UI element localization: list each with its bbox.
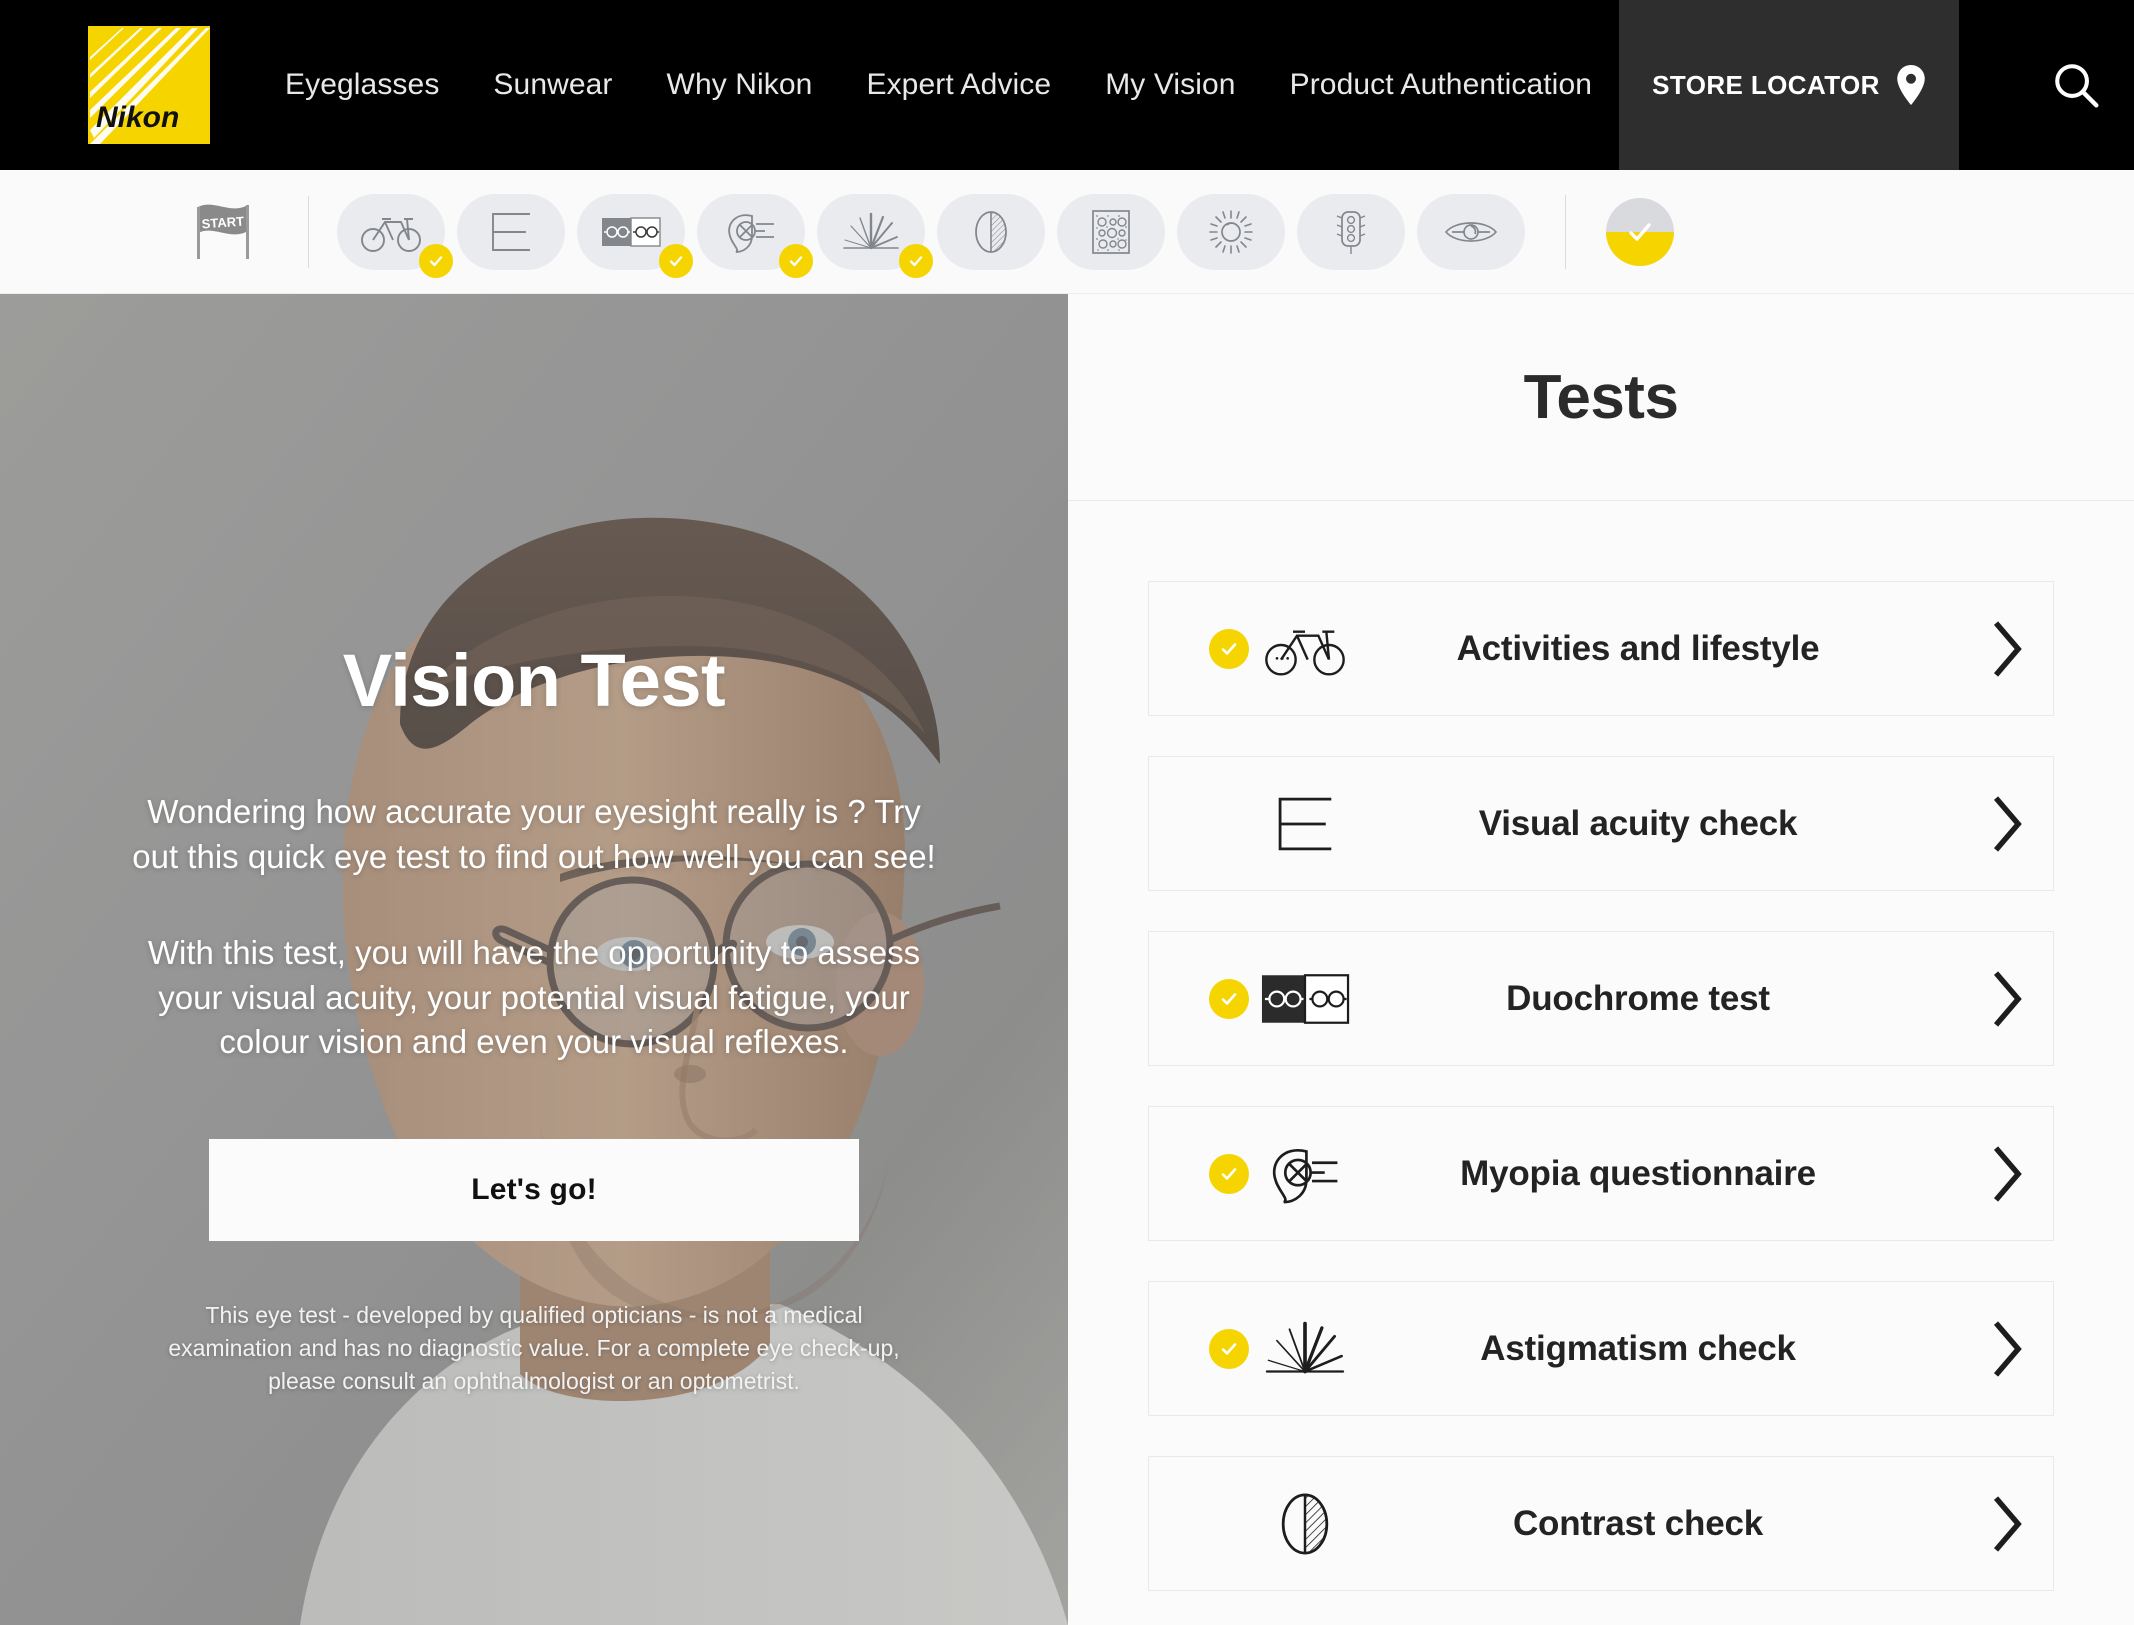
eye-reflex-icon	[1444, 221, 1498, 242]
traffic-light-icon	[1336, 210, 1366, 254]
bicycle-icon	[1257, 606, 1353, 692]
tests-heading: Tests	[1068, 294, 2134, 501]
completed-badge	[1209, 628, 1249, 669]
step-completed-badge	[779, 243, 813, 278]
step-myopia-questionnaire[interactable]	[697, 193, 813, 278]
step-contrast-check[interactable]	[937, 193, 1045, 270]
hero-paragraph-1: Wondering how accurate your eyesight rea…	[132, 793, 936, 875]
completed-badge	[1209, 1153, 1249, 1194]
stepbar-divider-left	[308, 195, 309, 268]
test-row-visual-acuity-check[interactable]: Visual acuity check	[1148, 756, 2054, 891]
page-title: Vision Test	[342, 639, 726, 722]
step-visual-reflex-check[interactable]	[1417, 193, 1525, 270]
chevron-right-icon	[1963, 620, 2053, 678]
nav-link-why-nikon[interactable]: Why Nikon	[640, 68, 840, 102]
svg-text:Nikon: Nikon	[96, 101, 179, 134]
map-pin-icon	[1897, 65, 1925, 105]
chevron-right-icon	[1963, 795, 2053, 853]
hero-section: Vision Test Wondering how accurate your …	[0, 294, 1068, 1625]
search-icon	[2055, 64, 2099, 108]
step-icon-list	[337, 193, 1525, 278]
nikon-wordmark: Nikon	[96, 101, 179, 134]
contrast-ellipse-icon	[1257, 1481, 1353, 1567]
step-completed-badge	[419, 243, 453, 278]
start-flag-icon: START	[182, 197, 260, 267]
tests-panel: Tests Activities and lifestyle Visual ac…	[1068, 294, 2134, 1625]
step-colour-vision-check[interactable]	[1057, 193, 1165, 270]
completed-badge	[1209, 1328, 1249, 1369]
primary-nav-links: Eyeglasses Sunwear Why Nikon Expert Advi…	[258, 0, 1619, 170]
bicycle-icon	[361, 217, 421, 252]
overall-progress-indicator[interactable]	[1606, 197, 1674, 266]
test-label: Astigmatism check	[1480, 1328, 1796, 1368]
store-locator-button[interactable]: STORE LOCATOR	[1619, 0, 1960, 170]
step-completed-badge	[899, 243, 933, 278]
step-visual-acuity-check[interactable]	[457, 193, 565, 270]
check-icon	[1629, 222, 1651, 241]
test-label: Activities and lifestyle	[1456, 628, 1820, 668]
step-duochrome-test[interactable]	[577, 193, 693, 278]
step-glare-sensitivity-check[interactable]	[1177, 193, 1285, 270]
hero-paragraph-2: With this test, you will have the opport…	[147, 934, 921, 1061]
stepbar-divider-right	[1565, 194, 1566, 269]
astigmatism-fan-icon	[843, 212, 899, 249]
sun-glare-icon	[1209, 209, 1253, 254]
test-row-contrast-check[interactable]: Contrast check	[1148, 1456, 2054, 1591]
contrast-ellipse-icon	[975, 210, 1007, 253]
test-label: Visual acuity check	[1478, 803, 1798, 843]
nav-link-my-vision[interactable]: My Vision	[1078, 68, 1262, 102]
acuity-chart-icon	[1257, 781, 1353, 867]
nav-link-eyeglasses[interactable]: Eyeglasses	[258, 68, 466, 102]
test-row-myopia-questionnaire[interactable]: Myopia questionnaire	[1148, 1106, 2054, 1241]
chevron-right-icon	[1963, 1145, 2053, 1203]
hero-content: Vision Test Wondering how accurate your …	[0, 294, 1068, 1625]
duochrome-glasses-icon	[602, 216, 661, 247]
step-astigmatism-check[interactable]	[817, 193, 933, 278]
duochrome-glasses-icon	[1257, 956, 1353, 1042]
nav-link-expert-advice[interactable]: Expert Advice	[839, 68, 1078, 102]
step-completed-badge	[659, 243, 693, 278]
chevron-right-icon	[1963, 1495, 2053, 1553]
top-navigation-bar: Nikon Eyeglasses Sunwear Why Nikon Exper…	[0, 0, 2134, 170]
tests-list: Activities and lifestyle Visual acuity c…	[1068, 501, 2134, 1591]
test-row-duochrome-test[interactable]: Duochrome test	[1148, 931, 2054, 1066]
nikon-logo[interactable]: Nikon	[88, 26, 210, 144]
test-row-astigmatism-check[interactable]: Astigmatism check	[1148, 1281, 2054, 1416]
hero-disclaimer: This eye test - developed by qualified o…	[168, 1301, 900, 1395]
astigmatism-fan-icon	[1257, 1306, 1353, 1392]
lets-go-button[interactable]: Let's go!	[209, 1138, 859, 1241]
step-reaction-time-check[interactable]	[1297, 193, 1405, 270]
chevron-right-icon	[1963, 1320, 2053, 1378]
svg-text:START: START	[201, 213, 244, 231]
myopia-eye-icon	[1257, 1131, 1353, 1217]
nav-link-product-authentication[interactable]: Product Authentication	[1263, 68, 1619, 102]
step-activities-and-lifestyle[interactable]	[337, 193, 453, 278]
myopia-eye-icon	[728, 213, 774, 253]
nav-link-sunwear[interactable]: Sunwear	[466, 68, 639, 102]
test-progress-bar: START	[0, 170, 2134, 294]
test-label: Myopia questionnaire	[1460, 1153, 1816, 1193]
test-row-activities-and-lifestyle[interactable]: Activities and lifestyle	[1148, 581, 2054, 716]
chevron-right-icon	[1963, 970, 2053, 1028]
test-label: Contrast check	[1512, 1503, 1764, 1543]
colour-vision-plate-icon	[1092, 209, 1130, 254]
completed-badge	[1209, 978, 1249, 1019]
search-button[interactable]	[1959, 0, 2134, 170]
store-locator-label: STORE LOCATOR	[1652, 69, 1880, 100]
test-label: Duochrome test	[1506, 978, 1770, 1018]
acuity-chart-icon	[492, 212, 530, 251]
